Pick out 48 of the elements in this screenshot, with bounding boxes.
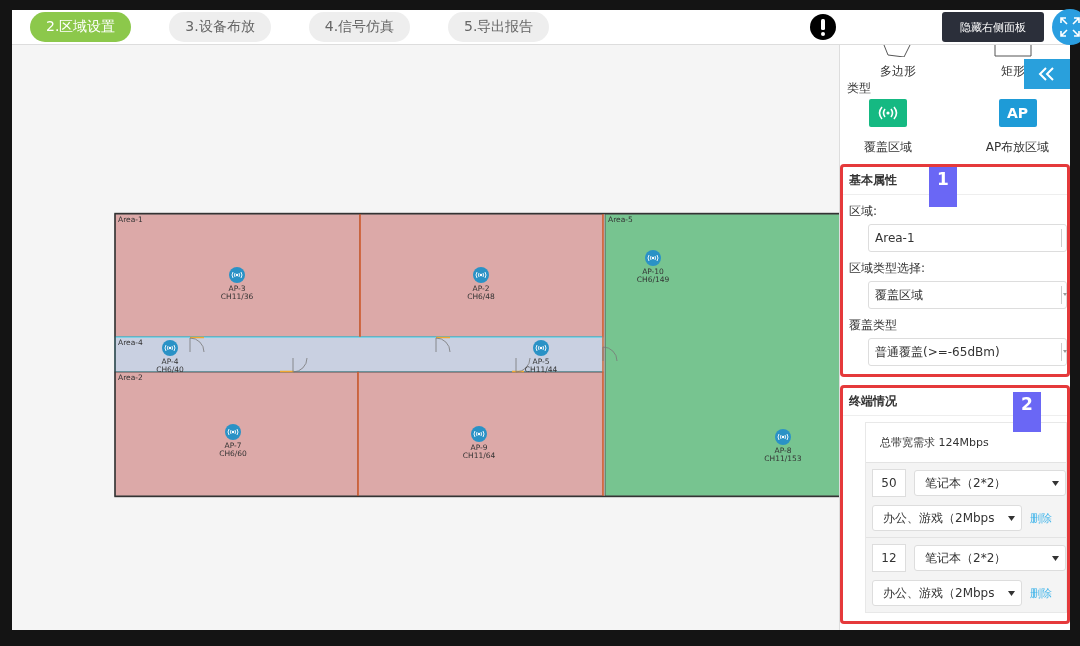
double-chevron-icon bbox=[1038, 66, 1056, 82]
caret-icon bbox=[1052, 555, 1059, 561]
step-tab[interactable]: 4.信号仿真 bbox=[308, 12, 411, 42]
device-select[interactable]: 笔记本（2*2） bbox=[914, 470, 1066, 496]
caret-icon bbox=[1052, 480, 1059, 486]
count-input[interactable]: 50 bbox=[872, 469, 906, 497]
shape-label: 矩形 bbox=[1000, 63, 1025, 80]
access-point-icon[interactable] bbox=[775, 429, 791, 445]
door-icon bbox=[292, 357, 308, 373]
device-select[interactable]: 笔记本（2*2） bbox=[914, 545, 1066, 571]
field-label: 覆盖类型 bbox=[849, 317, 898, 334]
annotation-badge: 2 bbox=[1013, 392, 1041, 432]
type-label: 类型 bbox=[847, 80, 872, 97]
shape-label: 多边形 bbox=[879, 63, 916, 80]
area-type-label: AP布放区域 bbox=[985, 139, 1050, 156]
warning-icon[interactable] bbox=[810, 14, 836, 40]
bandwidth-total: 总带宽需求 124Mbps bbox=[866, 423, 1066, 462]
coverage-area-icon[interactable] bbox=[868, 99, 907, 127]
fullscreen-icon[interactable] bbox=[1052, 9, 1080, 45]
access-point-icon[interactable] bbox=[471, 426, 487, 442]
collapse-button[interactable] bbox=[1024, 59, 1070, 89]
step-tab[interactable]: 5.导出报告 bbox=[448, 12, 550, 42]
annotation-badge: 1 bbox=[929, 167, 957, 207]
area-input[interactable]: Area-1 bbox=[868, 224, 1067, 252]
door-icon bbox=[435, 337, 451, 353]
usage-select[interactable]: 办公、游戏（2Mbps bbox=[872, 505, 1022, 531]
access-point-icon[interactable] bbox=[533, 340, 549, 356]
access-point-icon[interactable] bbox=[229, 267, 245, 283]
caret-icon bbox=[1008, 590, 1015, 596]
count-input[interactable]: 12 bbox=[872, 544, 906, 572]
select-field[interactable]: 覆盖区域 bbox=[868, 281, 1067, 309]
field-label: 区域类型选择: bbox=[849, 260, 927, 277]
usage-select[interactable]: 办公、游戏（2Mbps bbox=[872, 580, 1022, 606]
door-icon bbox=[602, 346, 618, 362]
caret-icon bbox=[1008, 515, 1015, 521]
field-label: 区域: bbox=[849, 203, 879, 220]
caret-icon bbox=[1063, 293, 1067, 296]
caret-icon bbox=[1063, 350, 1067, 353]
access-point-icon[interactable] bbox=[225, 424, 241, 440]
access-point-icon[interactable] bbox=[162, 340, 178, 356]
area-type-label: 覆盖区域 bbox=[863, 139, 912, 156]
rectangle-shape-icon[interactable] bbox=[992, 45, 1033, 57]
access-point-icon[interactable] bbox=[645, 250, 661, 266]
step-tab[interactable]: 3.设备布放 bbox=[169, 12, 271, 42]
access-point-icon[interactable] bbox=[473, 267, 489, 283]
hide-panel-button[interactable]: 隐藏右侧面板 bbox=[942, 12, 1044, 42]
select-field[interactable]: 普通覆盖(>=-65dBm) bbox=[868, 338, 1067, 366]
door-icon bbox=[189, 337, 205, 353]
